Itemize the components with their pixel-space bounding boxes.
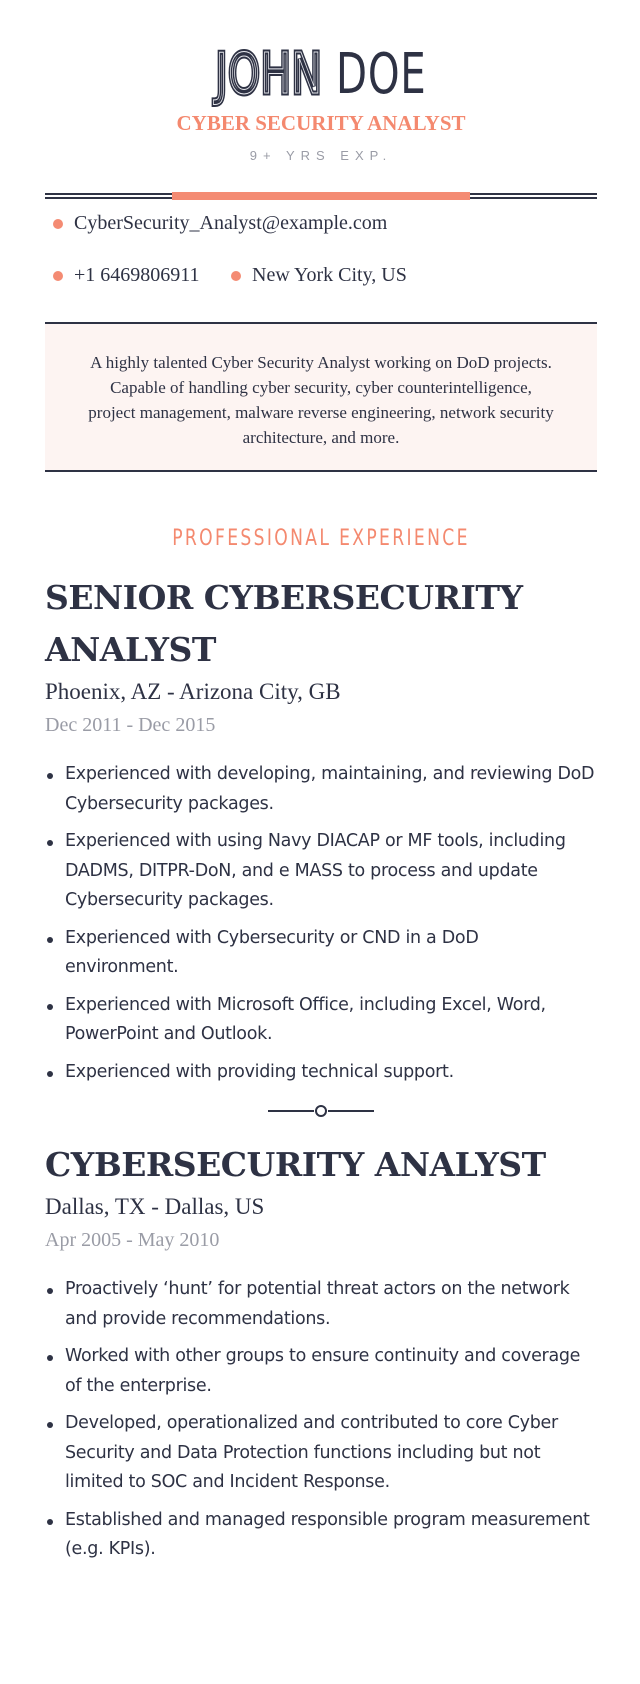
last-name: DOE: [336, 42, 427, 107]
separator-line: [268, 1110, 314, 1112]
years-experience: 9+ YRS EXP.: [249, 148, 393, 163]
bullet-item: Experienced with providing technical sup…: [45, 1058, 597, 1088]
job-bullets: Experienced with developing, maintaining…: [45, 760, 597, 1087]
job-title-header: CYBER SECURITY ANALYST: [176, 111, 466, 135]
bullet-item: Proactively ‘hunt’ for potential threat …: [45, 1275, 597, 1334]
bullet-item: Experienced with developing, maintaining…: [45, 760, 597, 819]
contact-phone[interactable]: +1 6469806911: [53, 264, 200, 287]
section-heading-experience: PROFESSIONAL EXPERIENCE: [172, 526, 470, 551]
job-title: CYBERSECURITY ANALYST: [45, 1145, 546, 1184]
summary-box: A highly talented Cyber Security Analyst…: [45, 322, 597, 472]
job-separator: [268, 1105, 374, 1117]
bullet-dot-icon: [53, 270, 63, 281]
contact-location: New York City, US: [231, 264, 407, 287]
candidate-name: JOHN JOHN DOE: [122, 40, 519, 110]
contact-email[interactable]: CyberSecurity_Analyst@example.com: [53, 212, 387, 235]
job-bullets: Proactively ‘hunt’ for potential threat …: [45, 1275, 597, 1565]
job-title: SENIOR CYBERSECURITY ANALYST: [45, 578, 523, 669]
job-dates: Dec 2011 - Dec 2015: [45, 714, 216, 736]
bullet-dot-icon: [53, 218, 63, 229]
header-divider-accent: [172, 192, 470, 200]
job-entry: CYBERSECURITY ANALYST Dallas, TX - Dalla…: [45, 1139, 597, 1573]
bullet-item: Developed, operationalized and contribut…: [45, 1409, 597, 1498]
email-text[interactable]: CyberSecurity_Analyst@example.com: [74, 212, 387, 235]
bullet-item: Experienced with using Navy DIACAP or MF…: [45, 827, 597, 916]
phone-text[interactable]: +1 6469806911: [74, 264, 200, 287]
separator-line: [328, 1110, 374, 1112]
job-entry: SENIOR CYBERSECURITY ANALYST Phoenix, AZ…: [45, 572, 597, 1095]
first-name: JOHN JOHN: [214, 40, 324, 110]
job-dates: Apr 2005 - May 2010: [45, 1229, 220, 1251]
location-text: New York City, US: [252, 264, 407, 286]
summary-text: A highly talented Cyber Security Analyst…: [88, 353, 554, 447]
bullet-item: Established and managed responsible prog…: [45, 1506, 597, 1565]
job-location: Phoenix, AZ - Arizona City, GB: [45, 679, 341, 704]
job-location: Dallas, TX - Dallas, US: [45, 1194, 265, 1219]
bullet-item: Experienced with Microsoft Office, inclu…: [45, 991, 597, 1050]
bullet-dot-icon: [231, 270, 241, 281]
bullet-item: Experienced with Cybersecurity or CND in…: [45, 924, 597, 983]
separator-circle-icon: [315, 1105, 327, 1117]
bullet-item: Worked with other groups to ensure conti…: [45, 1342, 597, 1401]
